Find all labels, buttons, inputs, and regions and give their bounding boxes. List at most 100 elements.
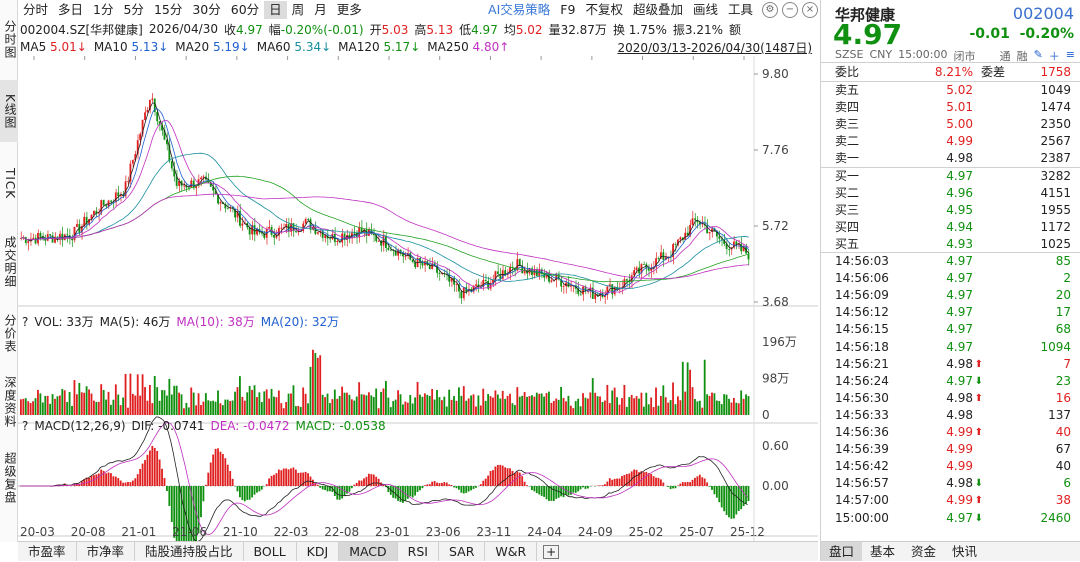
period-more[interactable]: 更多 bbox=[332, 1, 367, 19]
macd-bar bbox=[409, 486, 411, 496]
volume-bar bbox=[631, 395, 633, 415]
period-timeshare[interactable]: 分时 bbox=[18, 1, 53, 19]
period-30min[interactable]: 30分 bbox=[187, 1, 225, 19]
draw-line-button[interactable]: 画线 bbox=[688, 1, 723, 19]
tick-row-price: 4.97 bbox=[946, 339, 973, 356]
tab-kdj[interactable]: KDJ bbox=[297, 542, 340, 561]
candle-body bbox=[378, 241, 380, 242]
volume-bar bbox=[222, 405, 224, 415]
vtab-depth[interactable]: 深度资料 bbox=[0, 366, 18, 438]
kline-chart[interactable]: 20-0320-0821-0121-0621-1022-0322-0823-01… bbox=[18, 56, 818, 541]
tick-row-price: 4.99 bbox=[946, 458, 973, 475]
tick-row-volume: 17 bbox=[1056, 304, 1071, 321]
volume-bar bbox=[263, 391, 265, 415]
vtab-timeshare[interactable]: 分时图 bbox=[0, 4, 18, 74]
tab-pe[interactable]: 市盈率 bbox=[18, 542, 77, 561]
f9-button[interactable]: F9 bbox=[555, 1, 580, 19]
add-indicator-icon[interactable]: + bbox=[543, 545, 559, 559]
macd-bar bbox=[147, 455, 149, 486]
macd-bar bbox=[526, 485, 528, 486]
period-month[interactable]: 月 bbox=[309, 1, 332, 19]
tick-row-price: 4.97 bbox=[946, 373, 973, 390]
vtab-tick[interactable]: TICK bbox=[0, 148, 18, 220]
tab-wr[interactable]: W&R bbox=[485, 542, 537, 561]
volume-bar bbox=[694, 399, 696, 415]
tab-fundamentals[interactable]: 基本 bbox=[862, 542, 903, 561]
volume-help-icon[interactable]: ? bbox=[22, 315, 28, 329]
macd-bar bbox=[215, 449, 217, 486]
volume-bar bbox=[412, 403, 414, 415]
ma5-line bbox=[21, 103, 749, 297]
vtab-review[interactable]: 超级复盘 bbox=[0, 442, 18, 514]
volume-bar bbox=[684, 392, 686, 415]
candle-body bbox=[117, 192, 119, 196]
macd-help-icon[interactable]: ? bbox=[22, 419, 28, 433]
macd-bar bbox=[295, 470, 297, 486]
volume-bar bbox=[660, 396, 662, 415]
volume-bar bbox=[200, 405, 202, 415]
candle-body bbox=[429, 265, 431, 269]
volume-bar bbox=[249, 386, 251, 415]
macd-bar bbox=[628, 474, 630, 486]
close-icon[interactable]: × bbox=[802, 2, 818, 18]
x-tick-label: 20-03 bbox=[20, 525, 55, 539]
tick-row: 14:56:064.972 bbox=[835, 270, 1075, 287]
tab-northbound[interactable]: 陆股通持股占比 bbox=[135, 542, 244, 561]
period-15min[interactable]: 15分 bbox=[149, 1, 187, 19]
volume-bar bbox=[417, 382, 419, 415]
tab-capital[interactable]: 资金 bbox=[903, 542, 944, 561]
minimize-icon[interactable]: − bbox=[782, 2, 798, 18]
date-range[interactable]: 2020/03/13-2026/04/30(1487日) bbox=[617, 39, 812, 56]
period-1min[interactable]: 1分 bbox=[88, 1, 118, 19]
macd-bar bbox=[125, 483, 127, 486]
ai-strategy-button[interactable]: AI交易策略 bbox=[483, 1, 555, 19]
no-adjust-button[interactable]: 不复权 bbox=[580, 1, 628, 19]
tab-macd[interactable]: MACD bbox=[339, 542, 397, 561]
vtab-kline[interactable]: K线图 bbox=[0, 80, 18, 142]
volume-bar bbox=[127, 408, 129, 415]
macd-bar bbox=[280, 470, 282, 486]
volume-bar bbox=[568, 396, 570, 415]
tab-sar[interactable]: SAR bbox=[439, 542, 485, 561]
macd-bar bbox=[616, 479, 618, 486]
volume-bar bbox=[628, 397, 630, 415]
period-5min[interactable]: 5分 bbox=[118, 1, 148, 19]
volume-bar bbox=[339, 396, 341, 415]
tools-button[interactable]: 工具 bbox=[723, 1, 758, 19]
macd-bar bbox=[533, 486, 535, 491]
volume-bar bbox=[577, 399, 579, 415]
volume-bar bbox=[550, 403, 552, 415]
period-week[interactable]: 周 bbox=[287, 1, 310, 19]
volume-bar bbox=[448, 390, 450, 415]
volume-bar bbox=[451, 400, 453, 415]
macd-bar bbox=[251, 486, 253, 497]
period-multiday[interactable]: 多日 bbox=[53, 1, 88, 19]
macd-bar bbox=[112, 476, 114, 486]
period-day[interactable]: 日 bbox=[264, 1, 287, 19]
tick-row: 14:56:184.971094 bbox=[835, 339, 1075, 356]
tab-pb[interactable]: 市净率 bbox=[77, 542, 136, 561]
volume-bar bbox=[52, 394, 54, 415]
tick-row-volume: 2460 bbox=[1040, 510, 1071, 527]
period-60min[interactable]: 60分 bbox=[226, 1, 264, 19]
macd-bar bbox=[203, 486, 205, 501]
volume-bar bbox=[648, 404, 650, 415]
vtab-price-table[interactable]: 分价表 bbox=[0, 304, 18, 362]
settings-icon[interactable]: ⚙ bbox=[762, 2, 778, 18]
volume-bar bbox=[76, 394, 78, 415]
tab-rsi[interactable]: RSI bbox=[398, 542, 439, 561]
macd-bar bbox=[305, 472, 307, 486]
volume-bar bbox=[125, 374, 127, 415]
overlay-button[interactable]: 超级叠加 bbox=[628, 1, 688, 19]
bid-row-volume: 4151 bbox=[1040, 185, 1071, 202]
macd-bar bbox=[130, 482, 132, 486]
volume-field: 量32.87万 bbox=[549, 21, 607, 38]
tab-news[interactable]: 快讯 bbox=[944, 542, 985, 561]
bid-row-price: 4.94 bbox=[946, 219, 973, 236]
vtab-trade-detail[interactable]: 成交明细 bbox=[0, 226, 18, 298]
macd-bar bbox=[220, 452, 222, 486]
tab-boll[interactable]: BOLL bbox=[244, 542, 297, 561]
volume-bar bbox=[616, 397, 618, 415]
tab-orderbook[interactable]: 盘口 bbox=[821, 542, 862, 561]
macd-bar bbox=[285, 468, 287, 486]
